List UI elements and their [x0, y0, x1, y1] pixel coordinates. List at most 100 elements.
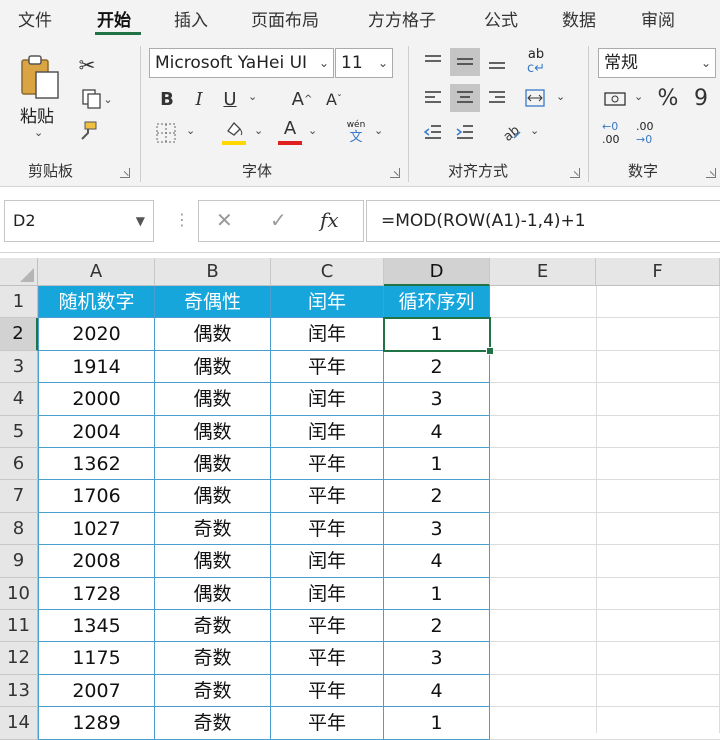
table-cell[interactable]: 4 [384, 415, 490, 448]
percent-button[interactable]: % [654, 84, 682, 112]
table-cell[interactable]: 1706 [38, 480, 155, 513]
formula-input[interactable]: =MOD(ROW(A1)-1,4)+1 [366, 200, 720, 242]
row-header-8[interactable]: 8 [0, 512, 38, 546]
tab-page-layout[interactable]: 页面布局 [251, 6, 319, 31]
table-cell[interactable]: 平年 [271, 448, 384, 481]
table-cell[interactable]: 闰年 [271, 383, 384, 416]
table-cell[interactable]: 1027 [38, 512, 155, 546]
table-cell[interactable]: 2007 [38, 674, 155, 708]
table-cell[interactable]: 奇数 [155, 642, 271, 675]
table-header-cell[interactable]: 随机数字 [38, 286, 155, 319]
table-cell[interactable]: 平年 [271, 480, 384, 513]
table-cell[interactable]: 1175 [38, 642, 155, 675]
number-launcher-icon[interactable] [706, 168, 716, 178]
underline-dropdown-icon[interactable]: ⌄ [248, 90, 257, 103]
name-box[interactable]: D2 ▼ [4, 200, 154, 242]
column-header-f[interactable]: F [596, 258, 720, 286]
row-header-6[interactable]: 6 [0, 448, 38, 481]
table-cell[interactable]: 2 [384, 610, 490, 643]
merge-center-icon[interactable] [520, 84, 550, 112]
table-cell[interactable]: 3 [384, 512, 490, 546]
table-cell[interactable]: 闰年 [271, 577, 384, 610]
row-header-3[interactable]: 3 [0, 350, 38, 384]
grow-font-button[interactable]: A ^ [288, 86, 316, 112]
row-header-5[interactable]: 5 [0, 415, 38, 448]
table-cell[interactable]: 偶数 [155, 480, 271, 513]
font-color-dropdown-icon[interactable]: ⌄ [308, 124, 317, 137]
row-header-10[interactable]: 10 [0, 577, 38, 610]
shrink-font-button[interactable]: Aˇ [320, 86, 348, 112]
alignment-launcher-icon[interactable] [570, 168, 580, 178]
font-size-select[interactable]: 11 ⌄ [335, 48, 393, 78]
table-cell[interactable]: 2000 [38, 383, 155, 416]
align-top-icon[interactable] [418, 48, 448, 76]
increase-indent-icon[interactable] [450, 118, 480, 146]
table-cell[interactable]: 奇数 [155, 610, 271, 643]
table-cell[interactable]: 奇数 [155, 512, 271, 546]
row-header-9[interactable]: 9 [0, 545, 38, 578]
table-cell[interactable]: 平年 [271, 707, 384, 740]
fill-handle[interactable] [486, 346, 494, 355]
table-cell[interactable]: 平年 [271, 350, 384, 384]
comma-style-button[interactable]: 9 [688, 84, 714, 112]
orientation-dropdown-icon[interactable]: ⌄ [530, 124, 539, 137]
table-cell[interactable]: 4 [384, 545, 490, 578]
table-header-cell[interactable]: 循环序列 [384, 286, 490, 319]
align-bottom-icon[interactable] [482, 48, 512, 76]
phonetic-dropdown-icon[interactable]: ⌄ [374, 124, 383, 137]
row-header-2[interactable]: 2 [0, 318, 38, 351]
table-cell[interactable]: 1 [384, 318, 490, 351]
font-name-select[interactable]: Microsoft YaHei UI ⌄ [149, 48, 334, 78]
table-cell[interactable]: 偶数 [155, 318, 271, 351]
decrease-decimal-button[interactable]: .00 →0 [636, 120, 664, 150]
column-header-b[interactable]: B [155, 258, 271, 286]
tab-insert[interactable]: 插入 [174, 6, 208, 31]
number-format-select[interactable]: 常规 ⌄ [598, 48, 716, 78]
align-right-icon[interactable] [482, 84, 512, 112]
table-cell[interactable]: 偶数 [155, 577, 271, 610]
table-cell[interactable]: 1289 [38, 707, 155, 740]
table-cell[interactable]: 4 [384, 674, 490, 708]
row-header-1[interactable]: 1 [0, 286, 38, 319]
row-header-12[interactable]: 12 [0, 642, 38, 675]
table-cell[interactable]: 偶数 [155, 545, 271, 578]
bold-button[interactable]: B [155, 86, 179, 112]
tab-formulas[interactable]: 公式 [484, 6, 518, 31]
table-cell[interactable]: 2 [384, 350, 490, 384]
fill-color-icon[interactable] [220, 118, 248, 140]
tab-review[interactable]: 审阅 [641, 6, 675, 31]
table-cell[interactable]: 偶数 [155, 350, 271, 384]
table-cell[interactable]: 1914 [38, 350, 155, 384]
table-cell[interactable]: 闰年 [271, 415, 384, 448]
table-cell[interactable]: 1728 [38, 577, 155, 610]
table-header-cell[interactable]: 奇偶性 [155, 286, 271, 319]
borders-icon[interactable] [152, 120, 180, 146]
table-cell[interactable]: 2004 [38, 415, 155, 448]
row-header-4[interactable]: 4 [0, 383, 38, 416]
table-cell[interactable]: 偶数 [155, 448, 271, 481]
accounting-dropdown-icon[interactable]: ⌄ [634, 90, 643, 103]
table-cell[interactable]: 1362 [38, 448, 155, 481]
cut-icon[interactable]: ✂ [74, 52, 100, 78]
table-cell[interactable]: 偶数 [155, 383, 271, 416]
underline-button[interactable]: U [218, 86, 242, 112]
table-cell[interactable]: 2020 [38, 318, 155, 351]
table-cell[interactable]: 奇数 [155, 674, 271, 708]
paste-button[interactable]: 粘贴 ⌄ [14, 50, 66, 140]
wrap-text-button[interactable]: ab c↵ [522, 48, 550, 78]
row-header-14[interactable]: 14 [0, 707, 38, 740]
row-header-13[interactable]: 13 [0, 674, 38, 708]
column-header-e[interactable]: E [490, 258, 596, 286]
table-cell[interactable]: 奇数 [155, 707, 271, 740]
align-left-icon[interactable] [418, 84, 448, 112]
orientation-icon[interactable]: ab [496, 118, 526, 146]
tab-home[interactable]: 开始 [97, 6, 131, 31]
table-cell[interactable]: 平年 [271, 674, 384, 708]
column-header-c[interactable]: C [271, 258, 384, 286]
enter-icon[interactable]: ✓ [270, 208, 287, 232]
row-header-7[interactable]: 7 [0, 480, 38, 513]
borders-dropdown-icon[interactable]: ⌄ [186, 124, 195, 137]
table-cell[interactable]: 1345 [38, 610, 155, 643]
decrease-indent-icon[interactable] [418, 118, 448, 146]
align-center-icon[interactable] [450, 84, 480, 112]
